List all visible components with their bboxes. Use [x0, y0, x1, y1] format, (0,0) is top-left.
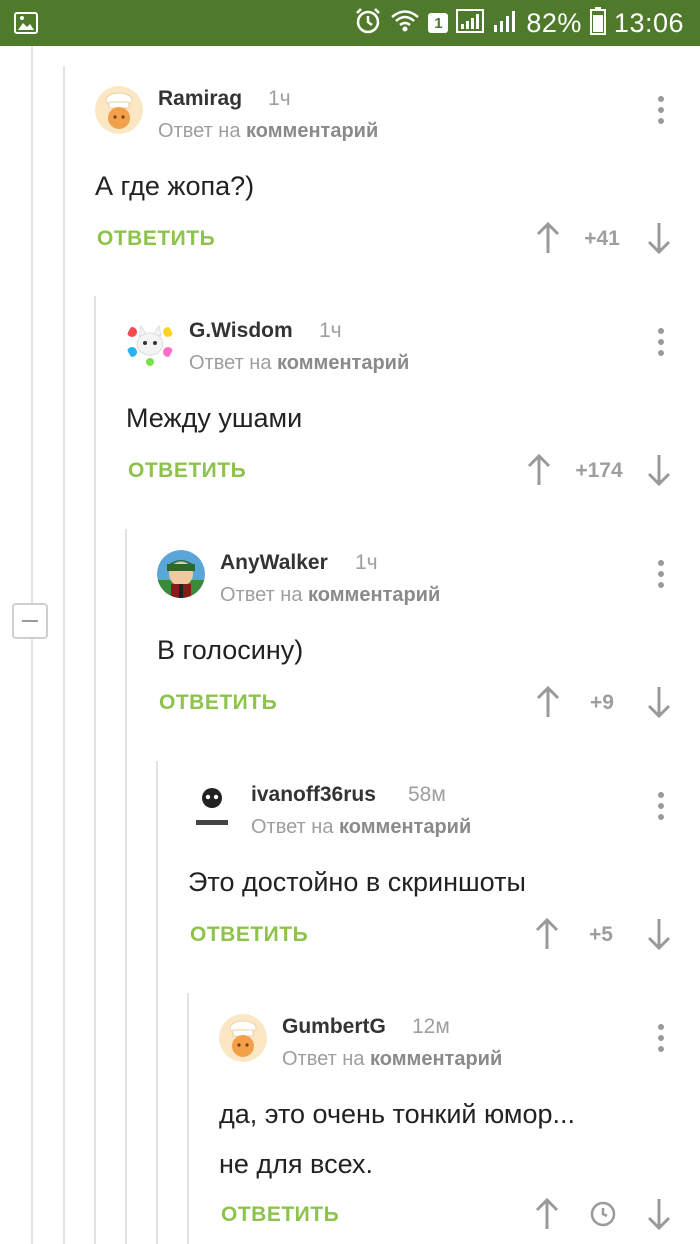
thread-line-level-2	[94, 296, 96, 1244]
comment-time: 58м	[408, 783, 446, 806]
rating: +5	[589, 923, 613, 946]
comment-time: 12м	[412, 1015, 450, 1038]
upvote-arrow-icon[interactable]	[534, 1197, 560, 1231]
reply-button[interactable]: ОТВЕТИТЬ	[97, 227, 215, 251]
clock-icon	[590, 1201, 616, 1227]
comment-time: 1ч	[268, 87, 291, 110]
downvote-arrow-icon[interactable]	[646, 1197, 672, 1231]
alarm-icon	[354, 7, 382, 40]
comment: GumbertG 12м Ответ на комментарий да, эт…	[219, 1014, 700, 1244]
reply-to: Ответ на комментарий	[158, 118, 378, 144]
cat-avatar-icon	[126, 318, 174, 366]
wifi-icon	[390, 8, 420, 39]
more-menu-icon[interactable]	[658, 96, 666, 129]
comment-time: 1ч	[355, 551, 378, 574]
reply-to-prefix: Ответ на	[189, 352, 278, 374]
battery-percent: 82%	[526, 7, 582, 38]
upvote-arrow-icon[interactable]	[535, 685, 561, 719]
comment-text-line: не для всех.	[219, 1149, 374, 1179]
avatar[interactable]	[188, 782, 236, 830]
sim-badge: 1	[428, 13, 449, 33]
reply-button[interactable]: ОТВЕТИТЬ	[221, 1203, 339, 1227]
reply-button[interactable]: ОТВЕТИТЬ	[128, 459, 246, 483]
comment-text: В голосину)	[157, 635, 304, 665]
more-menu-icon[interactable]	[658, 328, 666, 361]
avatar[interactable]	[95, 86, 143, 134]
reply-to: Ответ на комментарий	[189, 350, 409, 376]
reply-to-link[interactable]: комментарий	[339, 816, 471, 838]
downvote-arrow-icon[interactable]	[646, 453, 672, 487]
author-name[interactable]: G.Wisdom	[189, 318, 293, 344]
more-menu-icon[interactable]	[658, 560, 666, 593]
avatar[interactable]	[126, 318, 174, 366]
more-menu-icon[interactable]	[658, 1024, 666, 1057]
thread-line-level-5	[187, 993, 189, 1244]
rating: +41	[584, 227, 620, 250]
signal-icon-sim2	[492, 8, 518, 39]
reply-to-link[interactable]: комментарий	[246, 120, 378, 142]
rating: +9	[590, 691, 614, 714]
rating: +174	[575, 459, 623, 482]
chef-avatar-icon	[219, 1014, 267, 1062]
clock: 13:06	[613, 7, 684, 38]
reply-to-link[interactable]: комментарий	[308, 584, 440, 606]
status-bar: 1 82% 13:06	[0, 0, 700, 46]
upvote-arrow-icon[interactable]	[534, 917, 560, 951]
reply-to: Ответ на комментарий	[220, 582, 440, 608]
signal-icon-sim1	[456, 8, 485, 39]
thread-line-level-1	[63, 66, 65, 1244]
upvote-arrow-icon[interactable]	[526, 453, 552, 487]
author-name[interactable]: ivanoff36rus	[251, 782, 376, 808]
author-name[interactable]: AnyWalker	[220, 550, 328, 576]
comment-text: А где жопа?)	[95, 171, 255, 201]
comment: AnyWalker 1ч Ответ на комментарий В голо…	[157, 550, 700, 730]
more-menu-icon[interactable]	[658, 792, 666, 825]
thread-line-level-4	[156, 761, 158, 1244]
reply-to: Ответ на комментарий	[251, 814, 471, 840]
minus-icon	[22, 620, 38, 622]
comment-time: 1ч	[319, 319, 342, 342]
avatar[interactable]	[157, 550, 205, 598]
comment-text: Между ушами	[126, 403, 303, 433]
reply-to-link[interactable]: комментарий	[370, 1048, 502, 1070]
reply-to-link[interactable]: комментарий	[277, 352, 409, 374]
downvote-arrow-icon[interactable]	[646, 221, 672, 255]
beard-logo-avatar-icon	[188, 782, 236, 830]
reply-to-prefix: Ответ на	[282, 1048, 371, 1070]
collapse-thread-button[interactable]	[12, 603, 48, 639]
comment: ivanoff36rus 58м Ответ на комментарий Эт…	[188, 782, 700, 962]
reply-button[interactable]: ОТВЕТИТЬ	[190, 923, 308, 947]
chef-avatar-icon	[95, 86, 143, 134]
comment: G.Wisdom 1ч Ответ на комментарий Между у…	[126, 318, 700, 498]
comment-text-line: да, это очень тонкий юмор...	[219, 1099, 576, 1129]
thread-line-root	[31, 46, 33, 603]
author-name[interactable]: GumbertG	[282, 1014, 386, 1040]
gallery-notification-icon	[14, 12, 38, 39]
reply-button[interactable]: ОТВЕТИТЬ	[159, 691, 277, 715]
thread-line-root	[31, 639, 33, 1244]
author-name[interactable]: Ramirag	[158, 86, 242, 112]
comment: Ramirag 1ч Ответ на комментарий А где жо…	[95, 86, 700, 266]
comment-text: Это достойно в скриншоты	[188, 867, 526, 897]
battery-icon	[589, 6, 606, 40]
reply-to: Ответ на комментарий	[282, 1046, 502, 1072]
reply-to-prefix: Ответ на	[251, 816, 340, 838]
downvote-arrow-icon[interactable]	[646, 685, 672, 719]
thread-line-level-3	[125, 529, 127, 1244]
reply-to-prefix: Ответ на	[158, 120, 247, 142]
cartoon-avatar-icon	[157, 550, 205, 598]
downvote-arrow-icon[interactable]	[646, 917, 672, 951]
upvote-arrow-icon[interactable]	[535, 221, 561, 255]
reply-to-prefix: Ответ на	[220, 584, 309, 606]
avatar[interactable]	[219, 1014, 267, 1062]
